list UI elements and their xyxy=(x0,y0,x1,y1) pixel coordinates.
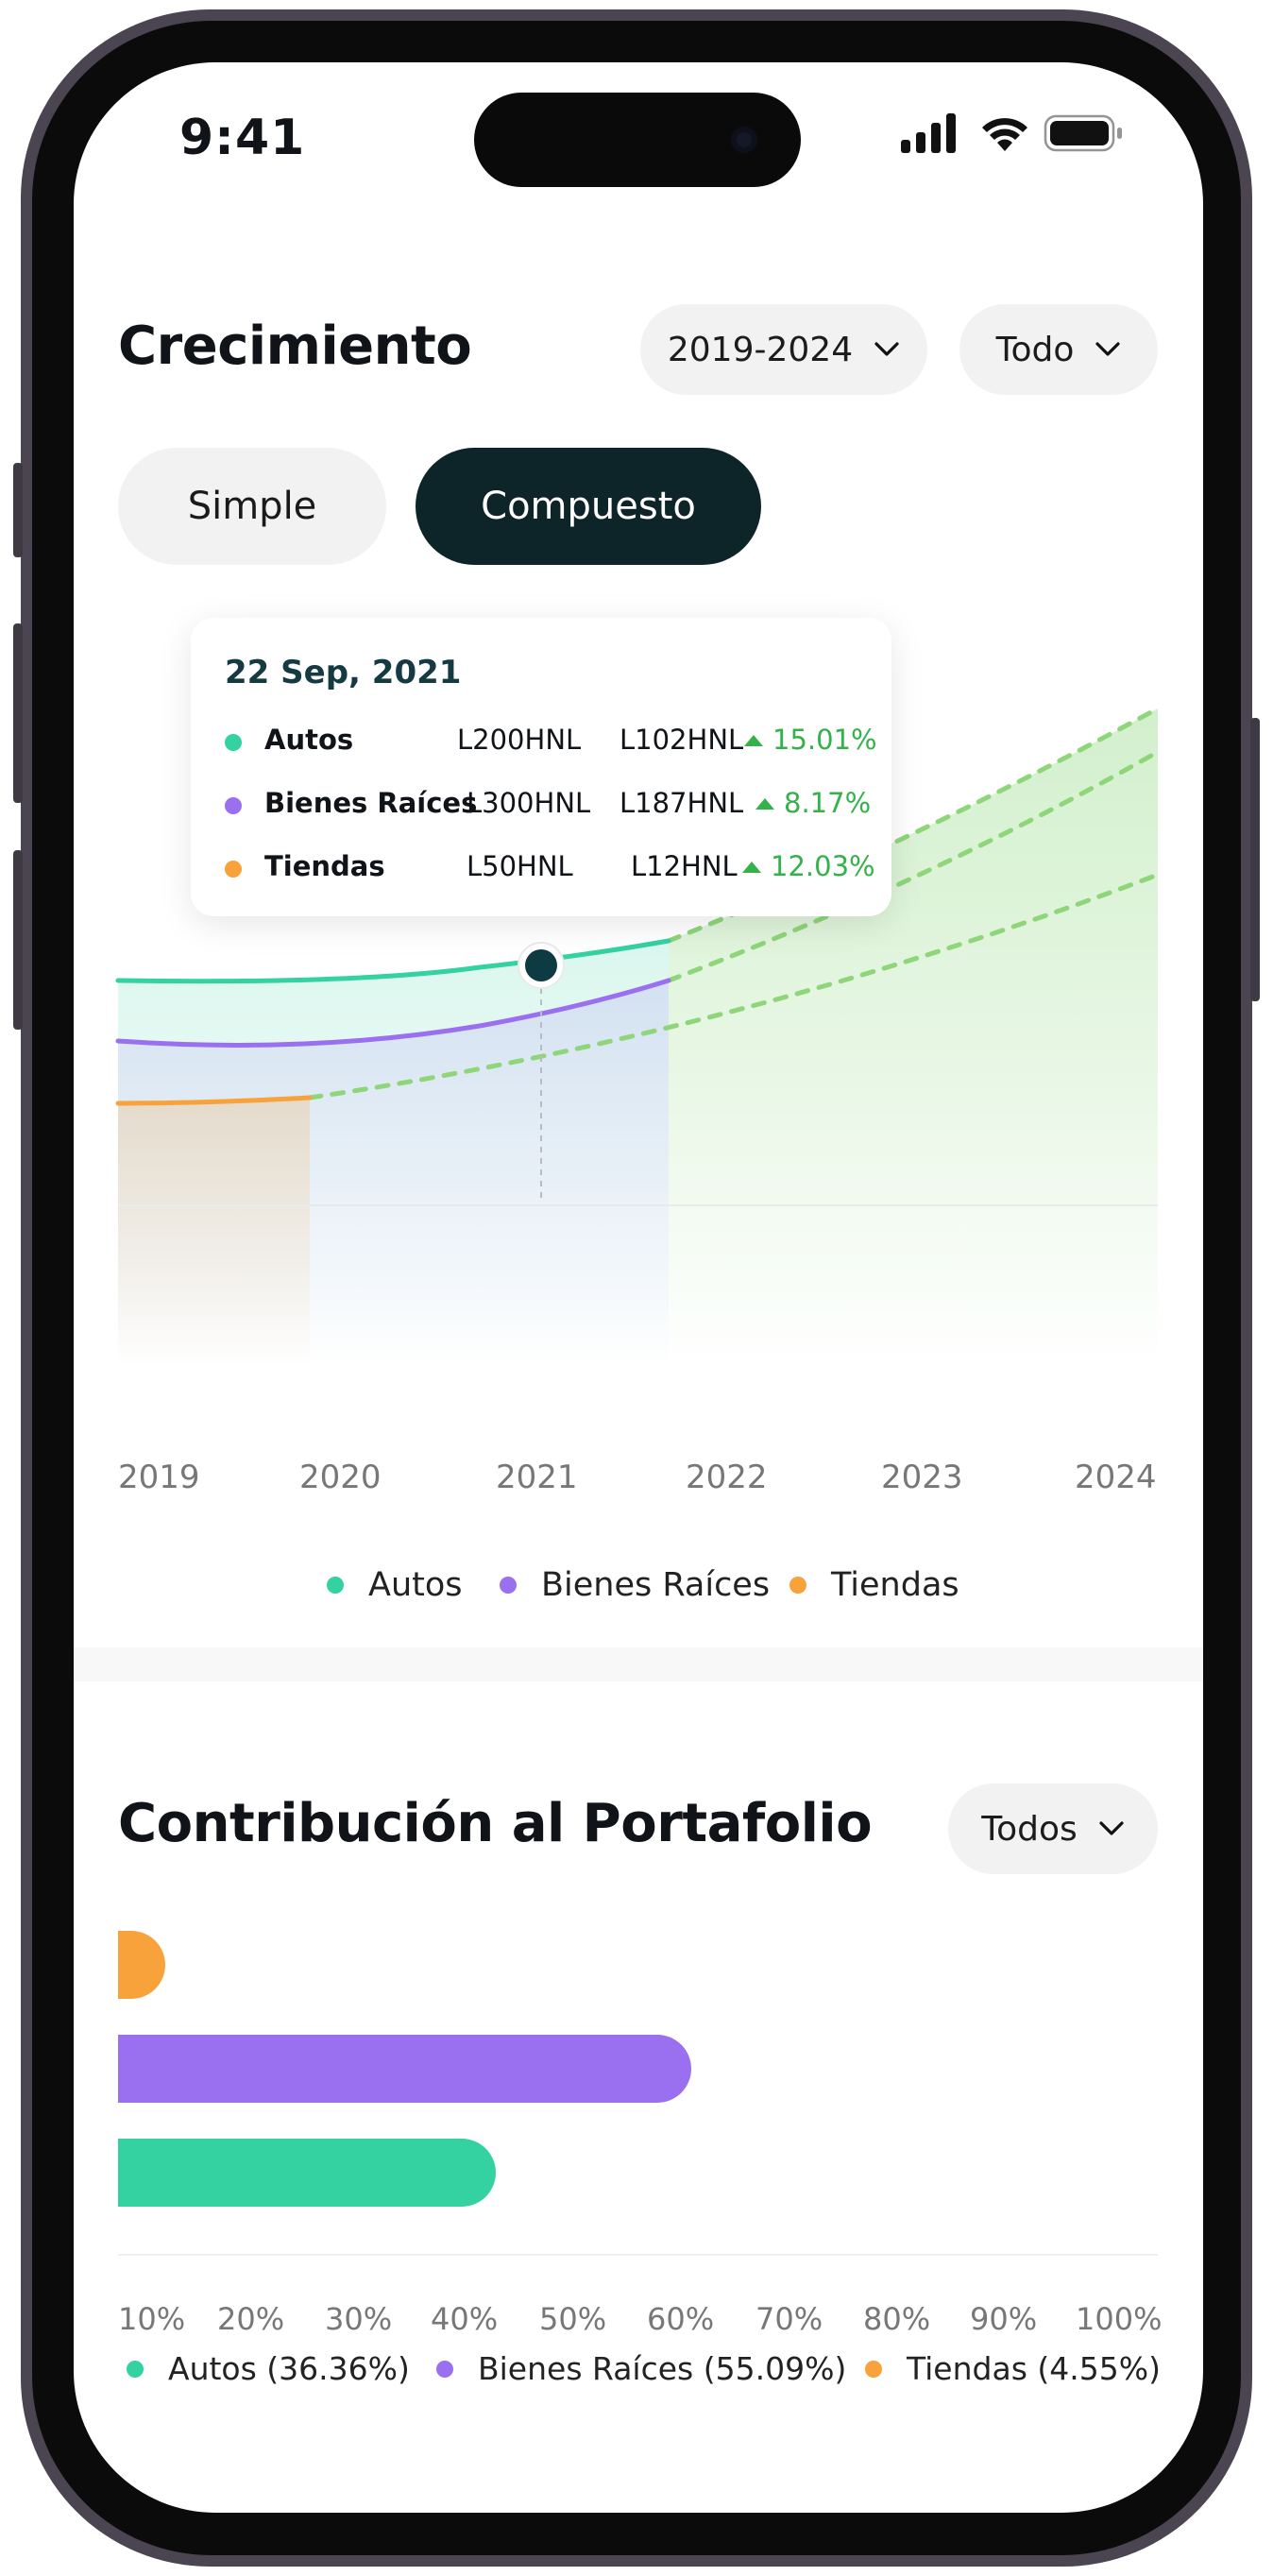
chevron-down-icon xyxy=(1099,1821,1124,1835)
tooltip-change: 12.03% xyxy=(742,850,875,882)
tooltip-change: 8.17% xyxy=(755,787,871,819)
chart-tooltip: 22 Sep, 2021 Autos L200HNL L102HNL 15.01… xyxy=(191,618,891,916)
x-tick-label: 10% xyxy=(118,2301,186,2337)
tooltip-value: L50HNL xyxy=(467,850,573,882)
legend-dot xyxy=(436,2360,453,2378)
legend-label: Bienes Raíces xyxy=(541,1566,771,1604)
tooltip-row-tiendas: Tiendas L50HNL L12HNL 12.03% xyxy=(191,850,891,888)
legend-label: Autos (36.36%) xyxy=(168,2350,410,2387)
x-tick-label: 80% xyxy=(863,2301,931,2337)
tooltip-gain: L12HNL xyxy=(631,850,738,882)
portfolio-filter-label: Todos xyxy=(981,1809,1078,1849)
volume-up-button xyxy=(13,623,23,803)
bar-autos[interactable] xyxy=(118,2139,497,2207)
bar-bienes-raices[interactable] xyxy=(118,2035,691,2103)
arrow-up-icon xyxy=(755,798,774,810)
bar-chart-baseline xyxy=(118,2254,1158,2256)
x-tick-label: 90% xyxy=(970,2301,1038,2337)
tiendas-area xyxy=(118,1098,310,1366)
legend-label: Tiendas (4.55%) xyxy=(907,2350,1161,2387)
arrow-up-icon xyxy=(742,862,761,873)
power-button xyxy=(1250,718,1260,1001)
legend-label: Autos xyxy=(368,1566,463,1604)
legend-dot xyxy=(500,1577,517,1594)
tooltip-dot xyxy=(225,797,242,814)
tooltip-gain: L102HNL xyxy=(620,724,744,756)
tooltip-gain: L187HNL xyxy=(620,787,744,819)
tooltip-row-bienes-raices: Bienes Raíces L300HNL L187HNL 8.17% xyxy=(191,787,891,825)
legend-label: Tiendas xyxy=(831,1566,959,1604)
tooltip-dot xyxy=(225,734,242,751)
bar-tiendas[interactable] xyxy=(118,1931,166,1999)
x-tick-label: 30% xyxy=(325,2301,393,2337)
x-tick-label: 100% xyxy=(1076,2301,1163,2337)
legend-autos: Autos xyxy=(327,1566,463,1604)
tooltip-name: Autos xyxy=(264,724,354,756)
tooltip-pct: 12.03% xyxy=(771,850,875,882)
tooltip-change: 15.01% xyxy=(744,724,877,756)
tooltip-name: Bienes Raíces xyxy=(264,787,478,819)
tooltip-date: 22 Sep, 2021 xyxy=(225,654,462,691)
portfolio-title: Contribución al Portafolio xyxy=(118,1793,873,1854)
x-tick-label: 2022 xyxy=(686,1459,768,1496)
x-tick-label: 2024 xyxy=(1075,1459,1157,1496)
x-tick-label: 50% xyxy=(539,2301,607,2337)
tooltip-pct: 8.17% xyxy=(784,787,872,819)
arrow-up-icon xyxy=(744,735,763,746)
legend-dot xyxy=(127,2360,144,2378)
tooltip-row-autos: Autos L200HNL L102HNL 15.01% xyxy=(191,724,891,761)
legend-autos-share: Autos (36.36%) xyxy=(127,2350,410,2387)
x-tick-label: 2021 xyxy=(496,1459,578,1496)
legend-tiendas: Tiendas xyxy=(789,1566,959,1604)
x-tick-label: 20% xyxy=(217,2301,285,2337)
tooltip-dot xyxy=(225,861,242,878)
legend-dot xyxy=(327,1577,344,1594)
screen: 9:41 Crecimiento 2019-2024 Todo Simple C… xyxy=(74,62,1203,2513)
legend-label: Bienes Raíces (55.09%) xyxy=(478,2350,847,2387)
x-tick-label: 2023 xyxy=(881,1459,963,1496)
legend-dot xyxy=(789,1577,806,1594)
x-tick-label: 40% xyxy=(431,2301,499,2337)
x-tick-label: 2019 xyxy=(118,1459,200,1496)
x-tick-label: 60% xyxy=(647,2301,715,2337)
tooltip-value: L300HNL xyxy=(467,787,591,819)
portfolio-filter-dropdown[interactable]: Todos xyxy=(948,1783,1158,1874)
action-button xyxy=(13,463,23,557)
legend-bienes-raices: Bienes Raíces xyxy=(500,1566,770,1604)
tooltip-pct: 15.01% xyxy=(772,724,877,756)
x-tick-label: 2020 xyxy=(299,1459,382,1496)
legend-tiendas-share: Tiendas (4.55%) xyxy=(865,2350,1161,2387)
tooltip-name: Tiendas xyxy=(264,850,385,882)
x-tick-label: 70% xyxy=(755,2301,823,2337)
volume-down-button xyxy=(13,850,23,1030)
legend-dot xyxy=(865,2360,882,2378)
legend-bienes-raices-share: Bienes Raíces (55.09%) xyxy=(436,2350,846,2387)
tooltip-value: L200HNL xyxy=(457,724,582,756)
section-divider xyxy=(74,1647,1203,1681)
